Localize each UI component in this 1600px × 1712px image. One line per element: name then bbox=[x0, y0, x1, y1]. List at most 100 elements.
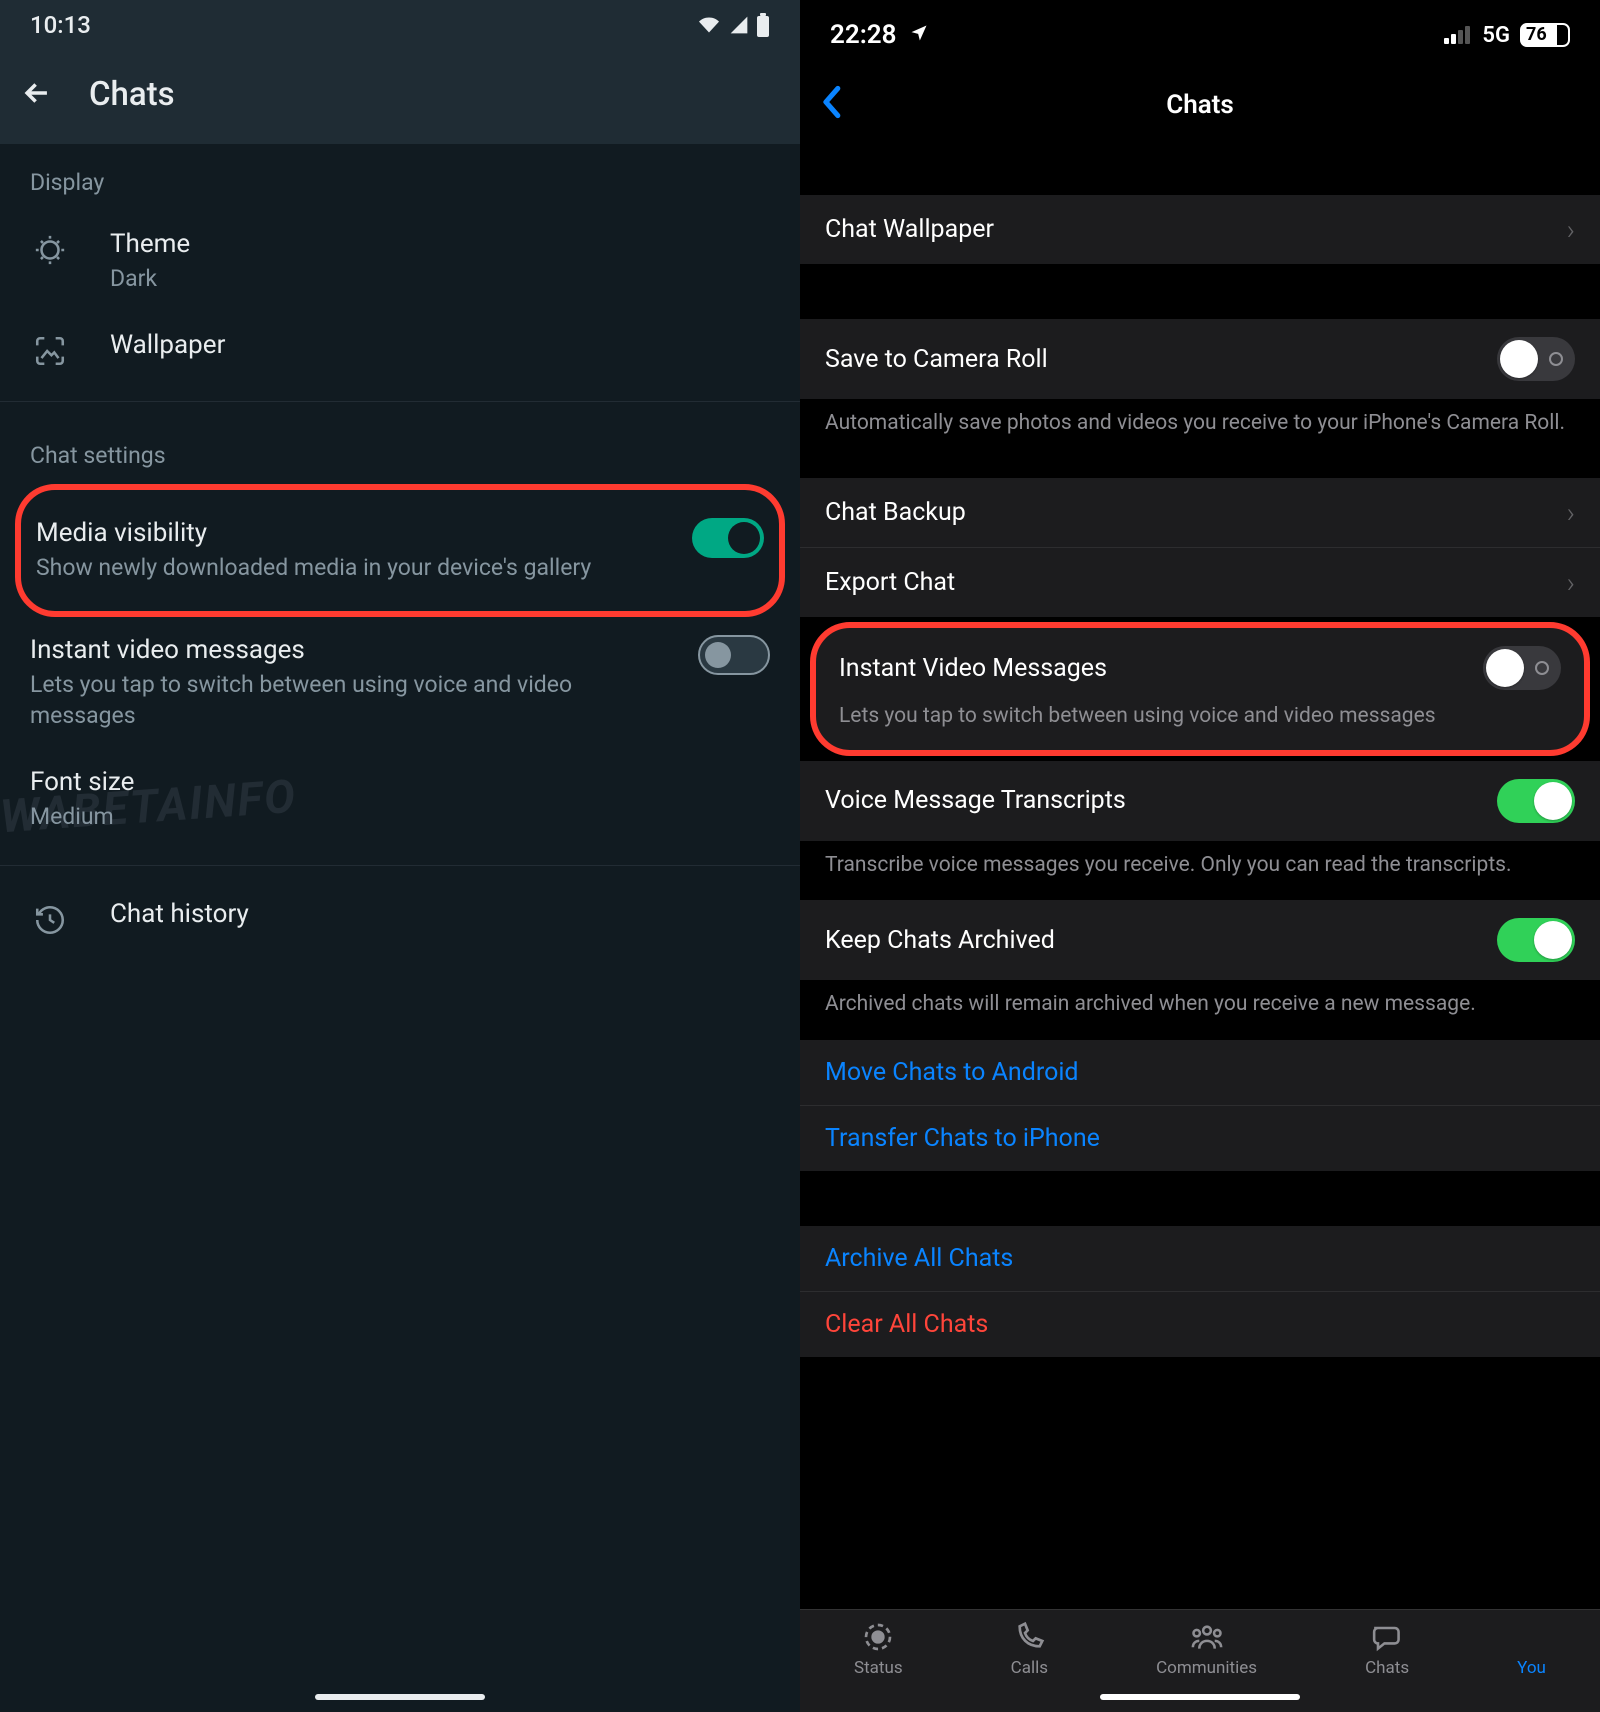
chat-backup-label: Chat Backup bbox=[825, 498, 966, 527]
signal-icon bbox=[1444, 26, 1472, 44]
archive-all-label: Archive All Chats bbox=[825, 1244, 1013, 1273]
clear-all-row[interactable]: Clear All Chats bbox=[800, 1291, 1600, 1357]
network-label: 5G bbox=[1482, 23, 1510, 48]
ios-screen: 22:28 5G 76 Chats Chat Wallpaper › Save … bbox=[800, 0, 1600, 1712]
wallpaper-row[interactable]: Wallpaper bbox=[0, 312, 800, 386]
ios-navbar: Chats bbox=[800, 70, 1600, 140]
chat-wallpaper-row[interactable]: Chat Wallpaper › bbox=[800, 195, 1600, 264]
location-icon bbox=[909, 23, 929, 43]
chat-backup-row[interactable]: Chat Backup › bbox=[800, 478, 1600, 547]
theme-value: Dark bbox=[110, 263, 770, 294]
wifi-icon bbox=[696, 15, 722, 35]
voice-transcripts-label: Voice Message Transcripts bbox=[825, 786, 1126, 815]
chevron-right-icon: › bbox=[1567, 213, 1575, 246]
tab-calls[interactable]: Calls bbox=[1011, 1620, 1048, 1678]
tab-status-label: Status bbox=[854, 1658, 903, 1678]
tab-you-label: You bbox=[1517, 1658, 1546, 1678]
battery-indicator: 76 bbox=[1520, 23, 1570, 47]
phone-icon bbox=[1013, 1621, 1045, 1653]
android-status-icons bbox=[696, 13, 770, 37]
communities-icon bbox=[1189, 1621, 1225, 1653]
wallpaper-icon bbox=[33, 334, 67, 368]
tab-chats[interactable]: Chats bbox=[1365, 1620, 1409, 1678]
theme-icon bbox=[33, 233, 67, 267]
instant-video-toggle[interactable] bbox=[698, 635, 770, 675]
android-statusbar: 10:13 bbox=[0, 0, 800, 50]
move-android-row[interactable]: Move Chats to Android bbox=[800, 1040, 1600, 1105]
chat-history-row[interactable]: Chat history bbox=[0, 881, 800, 955]
instant-video-sub: Lets you tap to switch between using voi… bbox=[30, 669, 650, 731]
keep-archived-row[interactable]: Keep Chats Archived bbox=[800, 900, 1600, 980]
instant-video-highlight: Instant Video Messages Lets you tap to s… bbox=[810, 622, 1590, 755]
chevron-right-icon: › bbox=[1567, 496, 1575, 529]
battery-value: 76 bbox=[1526, 26, 1547, 44]
signal-icon bbox=[728, 15, 750, 35]
ios-time: 22:28 bbox=[830, 20, 897, 50]
status-icon bbox=[862, 1621, 894, 1653]
keep-archived-footer: Archived chats will remain archived when… bbox=[800, 980, 1600, 1039]
save-camera-row[interactable]: Save to Camera Roll bbox=[800, 319, 1600, 399]
tab-communities[interactable]: Communities bbox=[1156, 1620, 1257, 1678]
chat-history-title: Chat history bbox=[110, 899, 770, 929]
battery-icon bbox=[756, 13, 770, 37]
instant-video-label: Instant Video Messages bbox=[839, 654, 1107, 683]
ios-statusbar: 22:28 5G 76 bbox=[800, 0, 1600, 70]
media-visibility-sub: Show newly downloaded media in your devi… bbox=[36, 552, 644, 583]
media-visibility-row[interactable]: Media visibility Show newly downloaded m… bbox=[36, 500, 764, 601]
instant-video-title: Instant video messages bbox=[30, 635, 650, 665]
keep-archived-toggle[interactable] bbox=[1497, 918, 1575, 962]
chat-settings-header: Chat settings bbox=[0, 417, 800, 484]
voice-transcripts-row[interactable]: Voice Message Transcripts bbox=[800, 761, 1600, 841]
media-visibility-title: Media visibility bbox=[36, 518, 644, 548]
export-chat-label: Export Chat bbox=[825, 568, 955, 597]
font-size-row[interactable]: Font size Medium bbox=[0, 749, 800, 850]
chevron-left-icon bbox=[820, 85, 842, 119]
page-title: Chats bbox=[89, 75, 175, 114]
theme-row[interactable]: Theme Dark bbox=[0, 211, 800, 312]
keep-archived-label: Keep Chats Archived bbox=[825, 926, 1055, 955]
transfer-iphone-label: Transfer Chats to iPhone bbox=[825, 1124, 1100, 1153]
android-time: 10:13 bbox=[30, 11, 91, 39]
tab-chats-label: Chats bbox=[1365, 1658, 1409, 1678]
theme-title: Theme bbox=[110, 229, 770, 259]
transfer-iphone-row[interactable]: Transfer Chats to iPhone bbox=[800, 1105, 1600, 1171]
arrow-back-icon bbox=[20, 76, 54, 110]
font-size-title: Font size bbox=[30, 767, 770, 797]
android-appbar: Chats bbox=[0, 50, 800, 144]
instant-video-footer: Lets you tap to switch between using voi… bbox=[824, 696, 1576, 741]
instant-video-row[interactable]: Instant Video Messages bbox=[824, 636, 1576, 696]
save-camera-footer: Automatically save photos and videos you… bbox=[800, 399, 1600, 458]
move-android-label: Move Chats to Android bbox=[825, 1058, 1079, 1087]
tab-communities-label: Communities bbox=[1156, 1658, 1257, 1678]
back-button[interactable] bbox=[820, 82, 842, 129]
archive-all-row[interactable]: Archive All Chats bbox=[800, 1226, 1600, 1291]
ios-time-group: 22:28 bbox=[830, 20, 929, 50]
save-camera-label: Save to Camera Roll bbox=[825, 345, 1048, 374]
instant-video-toggle[interactable] bbox=[1483, 646, 1561, 690]
voice-transcripts-footer: Transcribe voice messages you receive. O… bbox=[800, 841, 1600, 900]
page-title: Chats bbox=[1166, 90, 1234, 120]
history-icon bbox=[33, 903, 67, 937]
android-screen: 10:13 Chats Display Theme Dark Wallpaper… bbox=[0, 0, 800, 1712]
media-visibility-toggle[interactable] bbox=[692, 518, 764, 558]
export-chat-row[interactable]: Export Chat › bbox=[800, 547, 1600, 617]
tab-calls-label: Calls bbox=[1011, 1658, 1048, 1678]
divider bbox=[0, 865, 800, 866]
back-button[interactable] bbox=[20, 76, 54, 114]
tab-you[interactable]: You bbox=[1517, 1620, 1546, 1678]
ios-tabbar: Status Calls Communities Chats You bbox=[800, 1609, 1600, 1682]
instant-video-row[interactable]: Instant video messages Lets you tap to s… bbox=[0, 617, 800, 749]
font-size-value: Medium bbox=[30, 801, 770, 832]
ios-status-icons: 5G 76 bbox=[1444, 23, 1570, 48]
voice-transcripts-toggle[interactable] bbox=[1497, 779, 1575, 823]
chat-wallpaper-label: Chat Wallpaper bbox=[825, 215, 994, 244]
clear-all-label: Clear All Chats bbox=[825, 1310, 988, 1339]
wallpaper-title: Wallpaper bbox=[110, 330, 770, 360]
save-camera-toggle[interactable] bbox=[1497, 337, 1575, 381]
ios-home-indicator bbox=[800, 1682, 1600, 1712]
chats-icon bbox=[1369, 1621, 1405, 1653]
android-gesture-bar bbox=[315, 1694, 485, 1700]
tab-status[interactable]: Status bbox=[854, 1620, 903, 1678]
divider bbox=[0, 401, 800, 402]
display-section-header: Display bbox=[0, 144, 800, 211]
